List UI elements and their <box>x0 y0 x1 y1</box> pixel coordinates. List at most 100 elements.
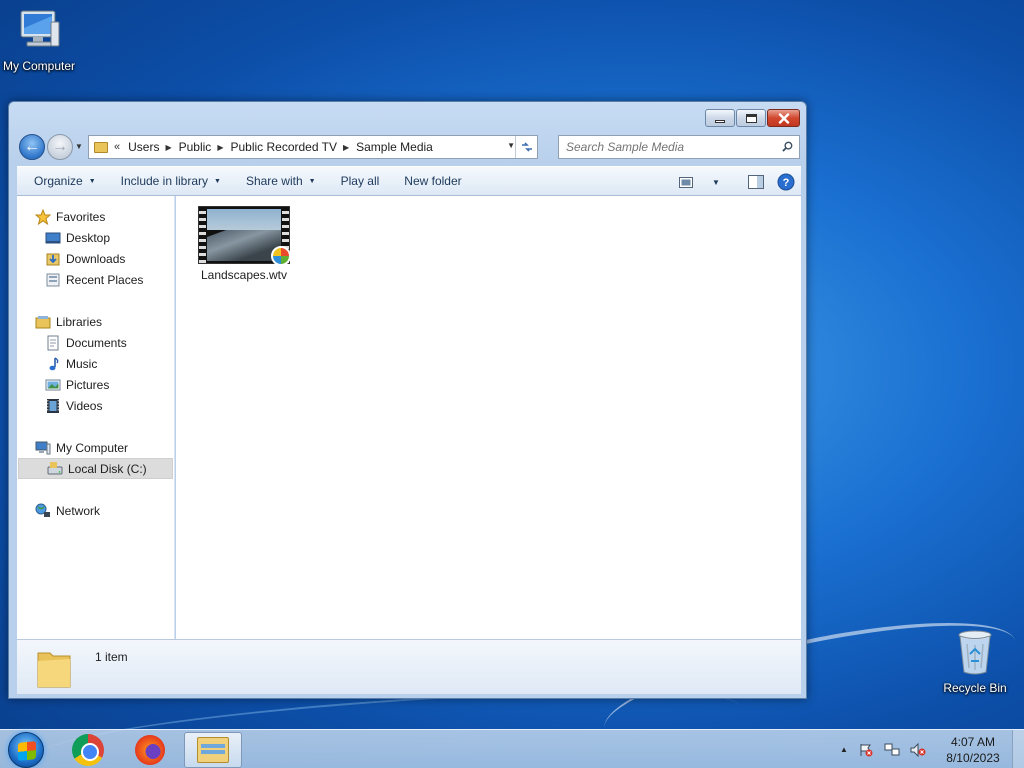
preview-pane-icon <box>748 175 764 189</box>
windows-logo-icon <box>18 741 36 761</box>
nav-label: Recent Places <box>66 272 144 287</box>
toolbar-right: ▼ ? <box>675 171 797 193</box>
computer-icon <box>35 441 51 454</box>
recent-pages-dropdown[interactable]: ▼ <box>75 142 83 151</box>
nav-label: Local Disk (C:) <box>68 461 147 476</box>
nav-downloads[interactable]: Downloads <box>17 248 173 269</box>
nav-pictures[interactable]: Pictures <box>17 374 173 395</box>
nav-label: Desktop <box>66 230 111 245</box>
organize-button[interactable]: Organize ▼ <box>26 170 104 192</box>
libraries-icon <box>35 315 51 328</box>
chevron-down-icon: ▼ <box>214 177 221 185</box>
breadcrumb-users[interactable]: Users <box>128 140 159 154</box>
maximize-icon <box>745 113 757 123</box>
nav-network[interactable]: Network <box>17 500 173 521</box>
landscape-image <box>207 209 281 261</box>
explorer-window: ← → ▼ « Users ▶ Public ▶ Public Recorded… <box>8 101 807 699</box>
desktop-icon-label: Recycle Bin <box>943 681 1007 695</box>
share-with-button[interactable]: Share with ▼ <box>238 170 324 192</box>
arrow-left-icon: ← <box>24 138 40 155</box>
maximize-button[interactable] <box>736 109 766 127</box>
file-item[interactable]: Landscapes.wtv <box>197 206 291 282</box>
folder-icon <box>94 141 108 153</box>
nav-local-disk[interactable]: Local Disk (C:) <box>18 458 173 479</box>
taskbar-chrome[interactable] <box>59 732 117 768</box>
search-input[interactable] <box>566 140 766 154</box>
minimize-button[interactable] <box>705 109 735 127</box>
clock-date: 8/10/2023 <box>946 751 1000 765</box>
organize-label: Organize <box>34 174 83 188</box>
close-icon <box>778 112 789 124</box>
desktop-icon <box>45 232 61 243</box>
nav-recent-places[interactable]: Recent Places <box>17 269 173 290</box>
show-hidden-icons-button[interactable]: ▲ <box>840 745 848 754</box>
desktop-icon-my-computer[interactable]: My Computer <box>0 8 81 73</box>
nav-documents[interactable]: Documents <box>17 332 173 353</box>
media-center-badge-icon <box>271 246 291 266</box>
details-pane: 1 item <box>17 639 801 694</box>
music-icon <box>49 356 59 370</box>
play-all-button[interactable]: Play all <box>333 170 388 192</box>
volume-muted-icon[interactable] <box>910 742 926 757</box>
back-button[interactable]: ← <box>19 134 45 160</box>
film-strip <box>199 207 206 263</box>
navigation-pane: Favorites Desktop Downloads Recent Place… <box>17 196 175 639</box>
chrome-icon <box>72 734 104 766</box>
nav-label: Downloads <box>66 251 126 266</box>
forward-button[interactable]: → <box>47 134 73 160</box>
videos-icon <box>47 398 59 413</box>
change-view-button[interactable] <box>675 171 697 193</box>
preview-pane-button[interactable] <box>745 171 767 193</box>
search-box[interactable] <box>558 135 800 159</box>
chevron-down-icon: ▼ <box>88 177 96 185</box>
chevron-down-icon: ▼ <box>308 177 316 185</box>
breadcrumb-public-recorded-tv[interactable]: Public Recorded TV <box>230 140 337 154</box>
breadcrumb-sample-media[interactable]: Sample Media <box>356 140 433 154</box>
network-icon <box>35 503 50 517</box>
address-bar[interactable]: « Users ▶ Public ▶ Public Recorded TV ▶ … <box>88 135 538 159</box>
nav-label: Favorites <box>56 209 106 224</box>
system-clock[interactable]: 4:07 AM 8/10/2023 <box>938 734 1008 766</box>
address-overflow[interactable]: « <box>114 141 120 153</box>
file-name: Landscapes.wtv <box>200 268 288 282</box>
nav-favorites[interactable]: Favorites <box>17 206 173 227</box>
folder-icon <box>37 652 71 688</box>
search-icon[interactable] <box>782 141 793 152</box>
taskbar: ▲ 4:07 AM 8/10/2023 <box>0 729 1024 768</box>
include-in-library-button[interactable]: Include in library ▼ <box>113 170 229 192</box>
caption-buttons <box>705 109 800 127</box>
breadcrumb-chevron-icon[interactable]: ▶ <box>165 143 171 152</box>
nav-label: Libraries <box>56 314 103 329</box>
nav-videos[interactable]: Videos <box>17 395 173 416</box>
nav-label: Documents <box>66 335 127 350</box>
show-desktop-button[interactable] <box>1012 730 1024 768</box>
network-status-icon[interactable] <box>884 743 900 757</box>
desktop-icon-recycle-bin[interactable]: Recycle Bin <box>933 628 1017 695</box>
desktop-icon-label: My Computer <box>2 59 76 73</box>
refresh-button[interactable] <box>515 136 537 158</box>
close-button[interactable] <box>767 109 800 127</box>
breadcrumb-public[interactable]: Public <box>179 140 212 154</box>
drive-icon <box>47 461 63 474</box>
clock-time: 4:07 AM <box>950 735 996 749</box>
nav-desktop[interactable]: Desktop <box>17 227 173 248</box>
nav-label: Videos <box>66 398 103 413</box>
taskbar-explorer[interactable] <box>184 732 242 768</box>
nav-label: Network <box>56 503 101 518</box>
action-center-flag-icon[interactable] <box>858 743 874 757</box>
taskbar-firefox[interactable] <box>121 732 179 768</box>
address-dropdown-icon[interactable]: ▼ <box>507 141 515 150</box>
share-with-label: Share with <box>245 174 303 188</box>
refresh-icon <box>521 142 532 152</box>
nav-label: My Computer <box>56 440 129 455</box>
help-button[interactable]: ? <box>775 171 797 193</box>
view-options-dropdown[interactable]: ▼ <box>705 171 727 193</box>
nav-my-computer[interactable]: My Computer <box>17 437 173 458</box>
new-folder-button[interactable]: New folder <box>396 170 469 192</box>
nav-music[interactable]: Music <box>17 353 173 374</box>
breadcrumb-chevron-icon[interactable]: ▶ <box>343 143 349 152</box>
start-button[interactable] <box>8 732 44 768</box>
nav-libraries[interactable]: Libraries <box>17 311 173 332</box>
breadcrumb-chevron-icon[interactable]: ▶ <box>217 143 223 152</box>
chevron-down-icon: ▼ <box>712 177 720 187</box>
